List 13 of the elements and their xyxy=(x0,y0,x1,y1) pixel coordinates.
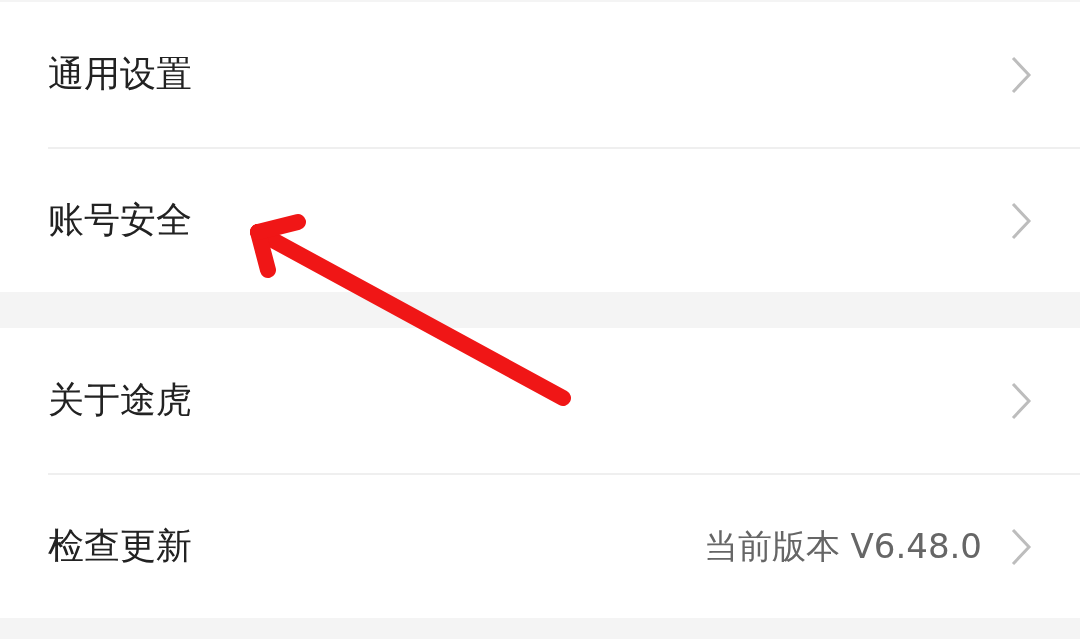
row-label: 账号安全 xyxy=(48,198,193,242)
chevron-icon xyxy=(1010,526,1032,567)
settings-row[interactable]: 账号安全 xyxy=(48,147,1080,292)
chevron-icon xyxy=(1010,54,1032,95)
settings-row[interactable]: 通用设置 xyxy=(48,2,1080,147)
row-label: 通用设置 xyxy=(48,52,193,96)
chevron-icon xyxy=(1010,380,1032,421)
row-label: 关于途虎 xyxy=(48,378,193,422)
chevron-icon xyxy=(1010,200,1032,241)
settings-row[interactable]: 关于途虎 xyxy=(48,328,1080,473)
row-label: 检查更新 xyxy=(48,524,193,568)
version-text: 当前版本 V6.48.0 xyxy=(703,524,982,568)
settings-row[interactable]: 检查更新 当前版本 V6.48.0 xyxy=(48,473,1080,618)
